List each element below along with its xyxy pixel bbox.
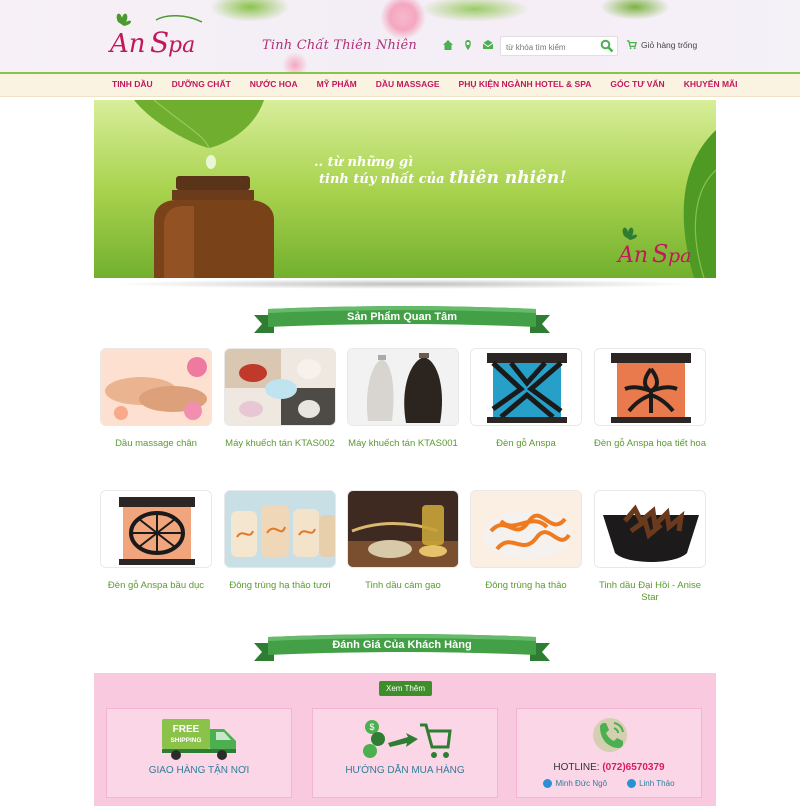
banner-slogan-emphasis: thiên nhiên! (449, 168, 567, 188)
anspa-logo[interactable]: An S pa (106, 8, 206, 64)
cart-label: Giỏ hàng trống (641, 39, 698, 50)
product-card[interactable]: Tinh dầu cám gạo (347, 490, 459, 592)
svg-text:S: S (150, 26, 169, 59)
svg-text:pa: pa (168, 33, 195, 58)
product-name[interactable]: Đông trùng hạ thảo (470, 580, 582, 592)
contact-item[interactable]: Linh Thảo (627, 779, 675, 788)
hero-banner[interactable]: .. từ những gì tinh túy nhất của thiên n… (94, 100, 716, 278)
nav-item-goc-tu-van[interactable]: Góc tư vấn (610, 79, 664, 89)
product-card[interactable]: Dầu massage chân (100, 348, 212, 450)
nav-item-khuyen-mai[interactable]: Khuyến mãi (684, 79, 738, 89)
nav-item-my-pham[interactable]: Mỹ phẩm (317, 79, 357, 89)
product-name[interactable]: Dầu massage chân (100, 438, 212, 450)
product-card[interactable]: Máy khuếch tán KTAS001 (347, 348, 459, 450)
product-image[interactable] (100, 348, 212, 426)
cart-icon (626, 40, 637, 50)
skype-icon (627, 779, 637, 788)
product-name[interactable]: Tinh dầu Đại Hồi - Anise Star (594, 580, 706, 604)
cart-link[interactable]: Giỏ hàng trống (626, 39, 697, 50)
product-image[interactable] (347, 348, 459, 426)
hotline-text: HOTLINE: (072)6570379 (517, 762, 701, 773)
shipping-badge-line2: SHIPPING (170, 737, 201, 744)
svg-text:$: $ (369, 722, 374, 732)
shipping-badge-line1: FREE (173, 724, 200, 735)
product-name[interactable]: Đèn gỗ Anspa họa tiết hoa (594, 438, 706, 450)
section-title-ribbon: Đánh Giá Của Khách Hàng (254, 633, 550, 665)
map-pin-icon[interactable] (462, 38, 474, 50)
contact-name: Linh Thảo (639, 779, 675, 788)
contact-item[interactable]: Minh Đức Ngô (543, 779, 607, 788)
product-card[interactable]: Đông trùng hạ thảo tươi (224, 490, 336, 592)
support-contacts: Minh Đức Ngô Linh Thảo (517, 779, 701, 788)
contact-name: Minh Đức Ngô (555, 779, 608, 788)
product-name[interactable]: Đông trùng hạ thảo tươi (224, 580, 336, 592)
svg-text:An: An (616, 243, 648, 268)
section-title-products: Sản Phẩm Quan Tâm (346, 311, 458, 323)
product-image[interactable] (470, 348, 582, 426)
product-card[interactable]: Máy khuếch tán KTAS002 (224, 348, 336, 450)
mail-icon[interactable] (482, 38, 494, 50)
nav-item-tinh-dau[interactable]: Tinh dầu (112, 79, 153, 89)
feature-box-shipping[interactable]: FREE SHIPPING GIAO HÀNG TẬN NƠI (106, 708, 292, 798)
product-card[interactable]: Tinh dầu Đại Hồi - Anise Star (594, 490, 706, 604)
tagline: Tinh Chất Thiên Nhiên (262, 38, 417, 53)
home-icon[interactable] (442, 38, 454, 50)
nav-item-duong-chat[interactable]: Dưỡng chất (172, 79, 231, 89)
product-image[interactable] (594, 348, 706, 426)
feature-box-guide[interactable]: $ HƯỚNG DẪN MUA HÀNG (312, 708, 498, 798)
banner-slogan-line2: tinh túy nhất của thiên nhiên! (319, 168, 567, 188)
guide-label: HƯỚNG DẪN MUA HÀNG (345, 765, 465, 776)
product-card[interactable]: Đèn gỗ Anspa (470, 348, 582, 450)
product-image[interactable] (594, 490, 706, 568)
banner-anspa-logo: An S pa (616, 227, 692, 268)
product-name[interactable]: Máy khuếch tán KTAS002 (224, 438, 336, 450)
product-image[interactable] (470, 490, 582, 568)
section-title-reviews: Đánh Giá Của Khách Hàng (332, 639, 472, 651)
shipping-label: GIAO HÀNG TẬN NƠI (148, 765, 250, 776)
product-image[interactable] (100, 490, 212, 568)
svg-text:S: S (652, 240, 668, 268)
product-name[interactable]: Tinh dầu cám gạo (347, 580, 459, 592)
product-name[interactable]: Máy khuếch tán KTAS001 (347, 438, 459, 450)
product-name[interactable]: Đèn gỗ Anspa bầu dục (100, 580, 212, 592)
nav-item-nuoc-hoa[interactable]: Nước hoa (250, 79, 298, 89)
header-icons (442, 38, 494, 50)
hotline-label: HOTLINE: (553, 762, 600, 773)
section-title-ribbon: Sản Phẩm Quan Tâm (254, 305, 550, 337)
search-box (500, 36, 618, 57)
banner-slogan-text: tinh túy nhất của (319, 172, 445, 187)
product-card[interactable]: Đông trùng hạ thảo (470, 490, 582, 592)
hotline-number[interactable]: (072)6570379 (602, 762, 664, 773)
nav-item-dau-massage[interactable]: Dầu massage (376, 79, 440, 89)
product-card[interactable]: Đèn gỗ Anspa họa tiết hoa (594, 348, 706, 450)
view-more-button[interactable]: Xem Thêm (379, 681, 432, 696)
site-header: An S pa Tinh Chất Thiên Nhiên Giỏ hàng t… (0, 0, 800, 72)
product-name[interactable]: Đèn gỗ Anspa (470, 438, 582, 450)
phone-icon (593, 718, 627, 752)
svg-text:An: An (108, 29, 146, 59)
svg-text:pa: pa (668, 245, 692, 267)
nav-item-phu-kien[interactable]: Phụ kiện ngành Hotel & Spa (459, 79, 592, 89)
search-input[interactable] (501, 38, 593, 57)
search-icon[interactable] (600, 39, 614, 53)
product-image[interactable] (347, 490, 459, 568)
feature-box-hotline[interactable]: HOTLINE: (072)6570379 Minh Đức Ngô Linh … (516, 708, 702, 798)
product-card[interactable]: Đèn gỗ Anspa bầu dục (100, 490, 212, 592)
main-nav: Tinh dầu Dưỡng chất Nước hoa Mỹ phẩm Dầu… (0, 72, 800, 97)
product-image[interactable] (224, 348, 336, 426)
money-to-cart-icon: $ (363, 720, 452, 758)
free-shipping-truck-icon: FREE SHIPPING (162, 719, 236, 760)
skype-icon (543, 779, 553, 788)
product-image[interactable] (224, 490, 336, 568)
banner-shadow (110, 279, 700, 289)
